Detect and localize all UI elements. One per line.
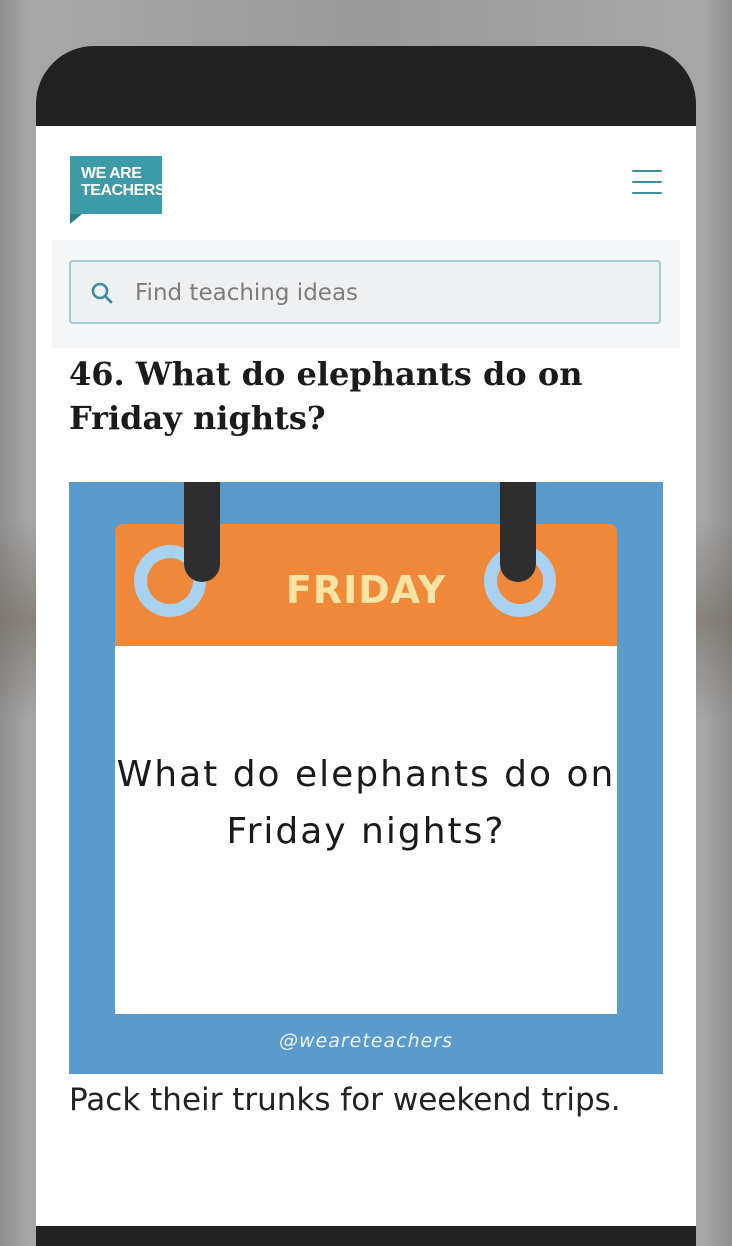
calendar-page: What do elephants do on Friday nights?: [115, 646, 617, 1014]
joke-title: 46. What do elephants do on Friday night…: [69, 355, 583, 437]
social-handle: @weareteachers: [278, 1030, 454, 1052]
phone-frame: WE ARE TEACHERS 46. What do elephants do…: [36, 46, 696, 1246]
menu-bar: [632, 170, 662, 172]
menu-bar: [632, 181, 662, 183]
logo-tail-decoration: [70, 214, 82, 224]
hanger-strap-right: [500, 482, 536, 582]
joke-graphic: FRIDAY What do elephants do on Friday ni…: [69, 482, 663, 1074]
search-input[interactable]: [133, 272, 637, 314]
menu-bar: [632, 192, 662, 194]
search-icon[interactable]: [91, 282, 113, 304]
browser-viewport: WE ARE TEACHERS 46. What do elephants do…: [36, 126, 696, 1226]
hamburger-menu-icon[interactable]: [632, 170, 662, 200]
calendar-question-text: What do elephants do on Friday nights?: [116, 754, 616, 852]
hanger-strap-left: [184, 482, 220, 582]
site-logo[interactable]: WE ARE TEACHERS: [70, 156, 166, 214]
joke-answer: Pack their trunks for weekend trips.: [69, 1082, 621, 1118]
search-box[interactable]: [69, 260, 661, 324]
search-bar-container: [52, 240, 680, 348]
site-header: WE ARE TEACHERS: [36, 126, 696, 240]
logo-line-1: WE ARE: [81, 165, 142, 182]
logo-line-2: TEACHERS: [81, 182, 166, 199]
